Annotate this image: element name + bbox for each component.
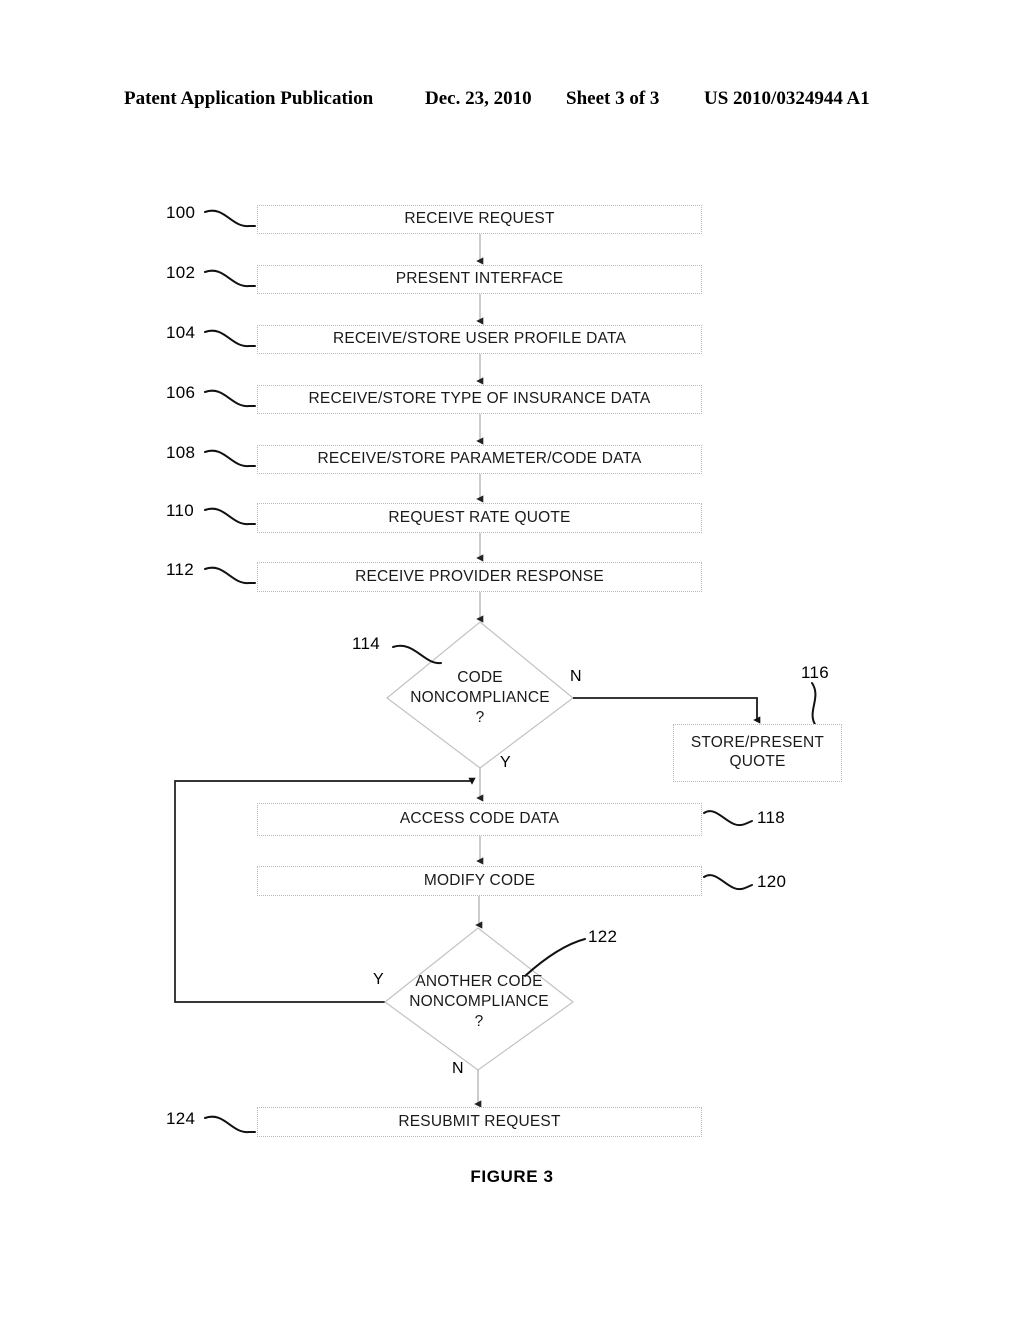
quote-label-line2: QUOTE [729,753,786,770]
leader-line-118 [703,810,753,827]
leader-line-100 [204,209,256,228]
decision-shape-122 [384,927,575,1071]
leader-line-102 [204,269,256,288]
leader-line-108 [204,449,256,468]
leader-line-116 [811,682,817,727]
reference-numeral-114: 114 [352,634,381,653]
leader-line-104 [204,329,256,348]
reference-numeral-110: 110 [166,501,195,520]
process-box-receive-provider-response[interactable]: RECEIVE PROVIDER RESPONSE [257,562,702,592]
branch-letter-114-yes: Y [500,754,511,771]
leader-line-112 [204,566,256,585]
reference-numeral-102: 102 [166,263,196,282]
process-box-receive-store-parameter-code-data[interactable]: RECEIVE/STORE PARAMETER/CODE DATA [257,445,702,474]
process-label-106: RECEIVE/STORE TYPE OF INSURANCE DATA [308,390,651,408]
process-box-receive-store-type-of-insurance-data[interactable]: RECEIVE/STORE TYPE OF INSURANCE DATA [257,385,702,414]
process-box-access-code-data[interactable]: ACCESS CODE DATA [257,803,702,836]
process-label-108: RECEIVE/STORE PARAMETER/CODE DATA [317,450,642,468]
leader-line-106 [204,389,256,408]
process-label-120: MODIFY CODE [423,871,536,889]
reference-numeral-108: 108 [166,443,196,462]
leader-line-122 [524,938,586,977]
leader-line-110 [204,507,256,526]
process-box-request-rate-quote[interactable]: REQUEST RATE QUOTE [257,503,702,533]
connector-114-no-116 [573,697,761,724]
flowchart-diagram: RECEIVE REQUEST PRESENT INTERFACE RECEIV… [0,0,1024,1320]
reference-numeral-106: 106 [166,383,196,402]
process-box-resubmit-request[interactable]: RESUBMIT REQUEST [257,1107,702,1137]
process-box-present-interface[interactable]: PRESENT INTERFACE [257,265,702,294]
reference-numeral-116: 116 [801,663,830,682]
process-label-112: RECEIVE PROVIDER RESPONSE [355,567,604,585]
leader-line-124 [204,1115,256,1134]
branch-letter-122-yes: Y [373,971,384,988]
process-label-102: PRESENT INTERFACE [395,270,564,288]
reference-numeral-100: 100 [166,203,196,222]
process-label-110: REQUEST RATE QUOTE [388,508,571,526]
reference-numeral-104: 104 [166,323,196,342]
process-box-store-present-quote[interactable]: STORE/PRESENT QUOTE [673,724,842,782]
figure-caption: FIGURE 3 [470,1167,554,1186]
process-box-receive-request[interactable]: RECEIVE REQUEST [257,205,702,234]
reference-numeral-120: 120 [757,872,787,891]
reference-numeral-124: 124 [166,1109,196,1128]
process-box-modify-code[interactable]: MODIFY CODE [257,866,702,896]
reference-numeral-118: 118 [757,808,786,827]
branch-letter-114-no: N [570,668,582,685]
reference-numeral-112: 112 [166,560,195,579]
process-box-receive-store-user-profile-data[interactable]: RECEIVE/STORE USER PROFILE DATA [257,325,702,354]
quote-label-line1: STORE/PRESENT [690,734,825,752]
branch-letter-122-no: N [452,1060,464,1077]
process-label-124: RESUBMIT REQUEST [398,1112,561,1130]
process-label-104: RECEIVE/STORE USER PROFILE DATA [332,330,626,348]
process-label-100: RECEIVE REQUEST [404,210,555,228]
process-label-118: ACCESS CODE DATA [399,810,560,828]
reference-numeral-122: 122 [588,927,618,946]
decision-shape-114 [386,621,574,769]
leader-line-120 [703,874,753,891]
